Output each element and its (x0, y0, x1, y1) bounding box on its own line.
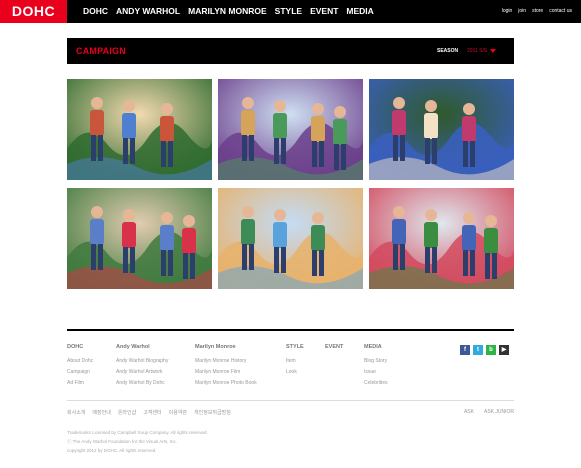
campaign-header: CAMPAIGN SEASON 2011 S/S (67, 38, 514, 64)
footer-link[interactable]: Item (286, 356, 304, 367)
family-site-links: ASK ASK JUNIOR (464, 409, 514, 415)
store-link[interactable]: store (532, 0, 543, 23)
footer-separator (67, 400, 514, 401)
join-link[interactable]: join (518, 0, 526, 23)
footer-link[interactable]: Look (286, 367, 304, 378)
copyright-line: copyright 2012 by DOHC. All rights reser… (67, 448, 157, 453)
footer-column-heading[interactable]: MEDIA (364, 344, 388, 350)
page-title: CAMPAIGN (76, 46, 126, 56)
online-shop-link[interactable]: 온라인샵 (118, 409, 136, 416)
family-link-ask-junior[interactable]: ASK JUNIOR (484, 409, 514, 415)
campaign-photo-5-image (218, 188, 363, 289)
contact-us-link[interactable]: contact us (549, 0, 572, 23)
footer-link[interactable]: Andy Warhol Artwork (116, 367, 168, 378)
footer-column-dohc: DOHC About Dohc Campaign Ad Film (67, 344, 93, 389)
customer-center-link[interactable]: 고객센터 (143, 409, 161, 416)
footer-column-event: EVENT (325, 344, 343, 356)
footer-link[interactable]: Celebrities (364, 378, 388, 389)
footer-link[interactable]: Campaign (67, 367, 93, 378)
campaign-gallery (67, 79, 514, 289)
footer-column-media: MEDIA Blog Story Issue Celebrities (364, 344, 388, 389)
campaign-photo-3[interactable] (369, 79, 514, 180)
top-navigation-bar: DOHC DOHC ANDY WARHOL MARILYN MONROE STY… (0, 0, 581, 23)
nav-item-marilyn-monroe[interactable]: MARILYN MONROE (188, 0, 267, 23)
footer-link[interactable]: Andy Warhol Biography (116, 356, 168, 367)
nav-item-event[interactable]: EVENT (310, 0, 338, 23)
nav-item-andy-warhol[interactable]: ANDY WARHOL (116, 0, 180, 23)
utility-nav: login join store contact us (502, 0, 572, 23)
footer-column-heading[interactable]: DOHC (67, 344, 93, 350)
campaign-photo-6[interactable] (369, 188, 514, 289)
footer-column-style: STYLE Item Look (286, 344, 304, 378)
youtube-icon[interactable]: ▶ (499, 345, 509, 355)
campaign-photo-4[interactable] (67, 188, 212, 289)
twitter-icon[interactable]: t (473, 345, 483, 355)
footer-link[interactable]: Andy Warhol By Dohc (116, 378, 168, 389)
family-link-ask[interactable]: ASK (464, 409, 474, 415)
season-dropdown[interactable]: 2011 S/S (467, 38, 497, 64)
login-link[interactable]: login (502, 0, 513, 23)
campaign-photo-1[interactable] (67, 79, 212, 180)
footer-column-heading[interactable]: Marilyn Monroe (195, 344, 257, 350)
campaign-photo-5[interactable] (218, 188, 363, 289)
dohc-logo[interactable]: DOHC (0, 0, 67, 23)
facebook-icon[interactable]: f (460, 345, 470, 355)
copyright-line: Trademarks Licensed by Campbell Soup Com… (67, 430, 208, 435)
footer-link[interactable]: Ad Film (67, 378, 93, 389)
social-links: f t b ▶ (460, 345, 509, 355)
footer-link[interactable]: Marilyn Monroe Photo Book (195, 378, 257, 389)
company-info-link[interactable]: 회사소개 (67, 409, 85, 416)
chevron-down-icon (490, 49, 497, 53)
campaign-photo-2-image (218, 79, 363, 180)
nav-item-dohc[interactable]: DOHC (83, 0, 108, 23)
season-selected-value: 2011 S/S (467, 48, 488, 54)
campaign-photo-1-image (67, 79, 212, 180)
campaign-photo-2[interactable] (218, 79, 363, 180)
nav-item-media[interactable]: MEDIA (346, 0, 373, 23)
footer-column-marilyn-monroe: Marilyn Monroe Marilyn Monroe History Ma… (195, 344, 257, 389)
campaign-photo-6-image (369, 188, 514, 289)
terms-link[interactable]: 이용약관 (169, 409, 187, 416)
footer-column-andy-warhol: Andy Warhol Andy Warhol Biography Andy W… (116, 344, 168, 389)
footer-link[interactable]: Marilyn Monroe History (195, 356, 257, 367)
footer-column-heading[interactable]: Andy Warhol (116, 344, 168, 350)
season-label: SEASON (437, 48, 459, 54)
footer-link[interactable]: Marilyn Monroe Film (195, 367, 257, 378)
footer-link[interactable]: Blog Story (364, 356, 388, 367)
blog-icon[interactable]: b (486, 345, 496, 355)
privacy-policy-link[interactable]: 개인정보취급방침 (194, 409, 231, 416)
footer-divider (67, 329, 514, 331)
footer-column-heading[interactable]: STYLE (286, 344, 304, 350)
copyright-line: ⓒ The Andy Warhol Foundation for the Vis… (67, 439, 177, 444)
campaign-photo-3-image (369, 79, 514, 180)
copyright-block: Trademarks Licensed by Campbell Soup Com… (67, 428, 208, 455)
store-info-link[interactable]: 매장안내 (92, 409, 110, 416)
footer-column-heading[interactable]: EVENT (325, 344, 343, 350)
campaign-photo-4-image (67, 188, 212, 289)
policy-links: 회사소개 매장안내 온라인샵 고객센터 이용약관 개인정보취급방침 (67, 409, 231, 416)
footer-link[interactable]: About Dohc (67, 356, 93, 367)
main-nav: DOHC ANDY WARHOL MARILYN MONROE STYLE EV… (83, 0, 374, 23)
footer-link[interactable]: Issue (364, 367, 388, 378)
nav-item-style[interactable]: STYLE (275, 0, 302, 23)
